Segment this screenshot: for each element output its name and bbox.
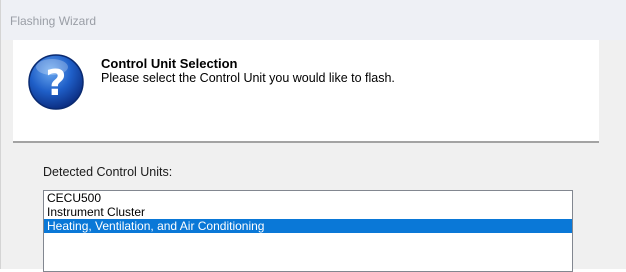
detected-units-label: Detected Control Units: (43, 165, 173, 179)
flashing-wizard-window: Flashing Wizard ? Control Unit Selection… (0, 0, 626, 272)
page-subheading: Please select the Control Unit you would… (101, 71, 395, 85)
list-item-instrument-cluster[interactable]: Instrument Cluster (44, 205, 572, 219)
svg-text:?: ? (46, 63, 67, 104)
wizard-body: Detected Control Units: CECU500 Instrume… (13, 143, 599, 272)
window-title: Flashing Wizard (10, 14, 97, 28)
question-mark-icon: ? (28, 54, 84, 110)
list-item-hvac[interactable]: Heating, Ventilation, and Air Conditioni… (44, 219, 572, 233)
wizard-header: ? Control Unit Selection Please select t… (13, 40, 599, 141)
title-bar[interactable]: Flashing Wizard (1, 0, 626, 40)
list-item-cecu500[interactable]: CECU500 (44, 191, 572, 205)
page-heading: Control Unit Selection (101, 56, 238, 71)
control-units-listbox[interactable]: CECU500 Instrument Cluster Heating, Vent… (43, 190, 573, 272)
